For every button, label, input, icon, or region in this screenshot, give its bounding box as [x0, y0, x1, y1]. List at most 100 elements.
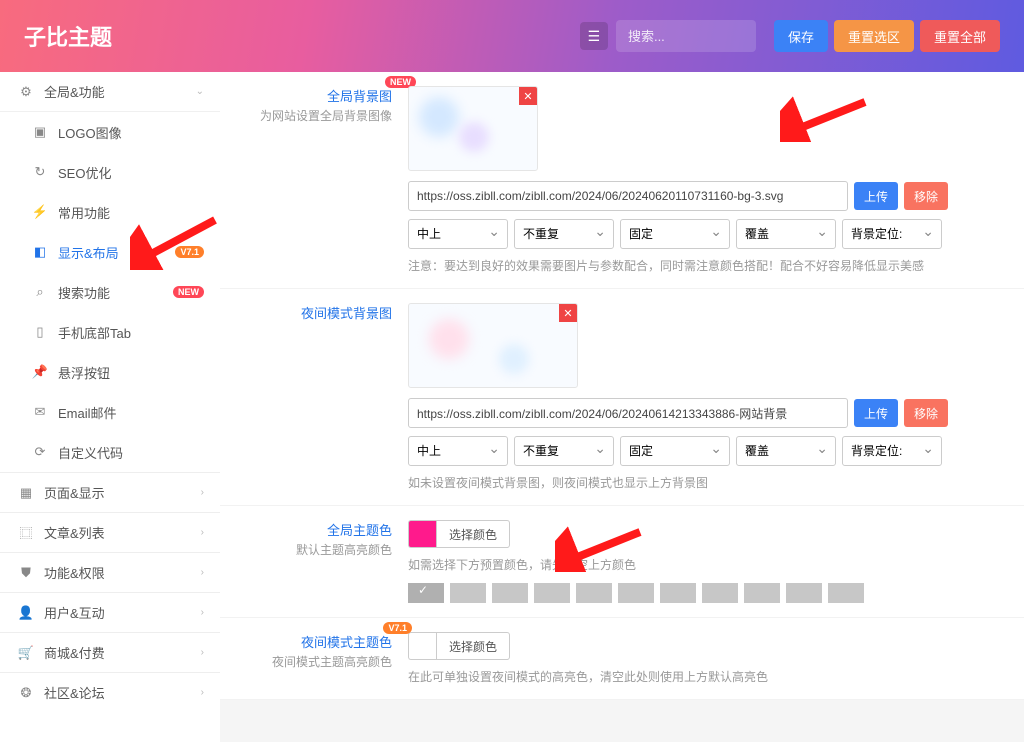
- remove-button[interactable]: 移除: [904, 182, 948, 210]
- label-theme-color: 全局主题色: [327, 520, 392, 539]
- sidebar-item-display-layout[interactable]: ◧ 显示&布局 V7.1: [0, 232, 220, 272]
- bg-url-input[interactable]: [408, 181, 848, 211]
- sidebar-item-common[interactable]: ⚡ 常用功能: [0, 192, 220, 232]
- preset-color[interactable]: [828, 583, 864, 603]
- color-swatch[interactable]: [408, 520, 436, 548]
- sidebar-group-shop[interactable]: 🛒 商城&付费 ›: [0, 632, 220, 672]
- chevron-right-icon: ›: [201, 687, 204, 698]
- sidebar-item-seo[interactable]: ↻ SEO优化: [0, 152, 220, 192]
- row-global-bg: 全局背景图 NEW 为网站设置全局背景图像 ✕ 上传 移除 中上 不重复: [220, 72, 1024, 289]
- preset-color[interactable]: [618, 583, 654, 603]
- hint-night-bg: 如未设置夜间模式背景图，则夜间模式也显示上方背景图: [408, 474, 1006, 491]
- preset-color[interactable]: [744, 583, 780, 603]
- top-header: 子比主题 ☰ 保存 重置选区 重置全部: [0, 0, 1024, 72]
- sidebar-top-global[interactable]: ⚙ 全局&功能 ⌄: [0, 72, 220, 112]
- chevron-right-icon: ›: [201, 567, 204, 578]
- select-size[interactable]: 覆盖: [736, 436, 836, 466]
- sidebar-group-user[interactable]: 👤 用户&互动 ›: [0, 592, 220, 632]
- label-theme-color-sub: 默认主题高亮颜色: [238, 541, 392, 558]
- user-icon: 👤: [16, 605, 36, 621]
- search-input[interactable]: [616, 20, 756, 52]
- label-night-bg: 夜间模式背景图: [301, 303, 392, 322]
- chevron-right-icon: ›: [201, 487, 204, 498]
- search-icon: ⌕: [30, 284, 50, 300]
- select-repeat[interactable]: 不重复: [514, 219, 614, 249]
- preset-color[interactable]: [492, 583, 528, 603]
- choose-color-button[interactable]: 选择颜色: [436, 520, 510, 548]
- new-badge: NEW: [173, 286, 204, 298]
- shield-icon: ⛊: [16, 565, 36, 581]
- remove-button[interactable]: 移除: [904, 399, 948, 427]
- label-global-bg-sub: 为网站设置全局背景图像: [238, 107, 392, 124]
- preset-color[interactable]: [450, 583, 486, 603]
- refresh-icon: ↻: [30, 164, 50, 180]
- mail-icon: ✉: [30, 404, 50, 420]
- choose-color-button[interactable]: 选择颜色: [436, 632, 510, 660]
- select-position[interactable]: 中上: [408, 219, 508, 249]
- remove-image-icon[interactable]: ✕: [519, 87, 537, 105]
- sidebar-item-search[interactable]: ⌕ 搜索功能 NEW: [0, 272, 220, 312]
- bg-preview: ✕: [408, 86, 538, 171]
- code-icon: ⟳: [30, 444, 50, 460]
- row-night-bg: 夜间模式背景图 ✕ 上传 移除 中上 不重复 固定 覆盖 背景定位:: [220, 289, 1024, 506]
- color-swatch[interactable]: [408, 632, 436, 660]
- sidebar-item-mobile-tab[interactable]: ▯ 手机底部Tab: [0, 312, 220, 352]
- sidebar-group-bbs[interactable]: ❂ 社区&论坛 ›: [0, 672, 220, 712]
- bolt-icon: ⚡: [30, 204, 50, 220]
- upload-button[interactable]: 上传: [854, 182, 898, 210]
- night-bg-url-input[interactable]: [408, 398, 848, 428]
- night-bg-preview: ✕: [408, 303, 578, 388]
- calendar-icon: ▦: [16, 485, 36, 501]
- sidebar-group-perm[interactable]: ⛊ 功能&权限 ›: [0, 552, 220, 592]
- header-list-icon[interactable]: ☰: [580, 22, 608, 50]
- preset-color[interactable]: [576, 583, 612, 603]
- row-night-theme-color: 夜间模式主题色 V7.1 夜间模式主题高亮颜色 选择颜色 在此可单独设置夜间模式…: [220, 618, 1024, 700]
- save-button[interactable]: 保存: [774, 20, 828, 52]
- chevron-right-icon: ›: [201, 527, 204, 538]
- remove-image-icon[interactable]: ✕: [559, 304, 577, 322]
- preset-color[interactable]: [702, 583, 738, 603]
- select-size[interactable]: 覆盖: [736, 219, 836, 249]
- sidebar-group-page[interactable]: ▦ 页面&显示 ›: [0, 472, 220, 512]
- preset-colors: [408, 583, 1006, 603]
- preset-color[interactable]: [408, 583, 444, 603]
- chevron-down-icon: ⌄: [196, 86, 204, 97]
- layout-icon: ◧: [30, 244, 50, 260]
- globe-icon: ❂: [16, 685, 36, 701]
- sidebar-item-logo[interactable]: ▣ LOGO图像: [0, 112, 220, 152]
- app-title: 子比主题: [24, 20, 112, 52]
- reset-section-button[interactable]: 重置选区: [834, 20, 914, 52]
- select-bg-location[interactable]: 背景定位:: [842, 219, 942, 249]
- chevron-right-icon: ›: [201, 607, 204, 618]
- sidebar: ⚙ 全局&功能 ⌄ ▣ LOGO图像 ↻ SEO优化 ⚡ 常用功能 ◧ 显示&布…: [0, 72, 220, 742]
- mobile-icon: ▯: [30, 324, 50, 340]
- label-night-theme-color: 夜间模式主题色 V7.1: [301, 632, 392, 651]
- hint-night-theme-color: 在此可单独设置夜间模式的高亮色，清空此处则使用上方默认高亮色: [408, 668, 1006, 685]
- main-content: 全局背景图 NEW 为网站设置全局背景图像 ✕ 上传 移除 中上 不重复: [220, 72, 1024, 742]
- image-icon: ▣: [30, 124, 50, 140]
- select-bg-location[interactable]: 背景定位:: [842, 436, 942, 466]
- select-repeat[interactable]: 不重复: [514, 436, 614, 466]
- sidebar-item-email[interactable]: ✉ Email邮件: [0, 392, 220, 432]
- select-position[interactable]: 中上: [408, 436, 508, 466]
- reset-all-button[interactable]: 重置全部: [920, 20, 1000, 52]
- pin-icon: 📌: [30, 364, 50, 380]
- preset-color[interactable]: [534, 583, 570, 603]
- sidebar-item-float-button[interactable]: 📌 悬浮按钮: [0, 352, 220, 392]
- preset-color[interactable]: [660, 583, 696, 603]
- hint-global-bg: 注意：要达到良好的效果需要图片与参数配合，同时需注意颜色搭配！配合不好容易降低显…: [408, 257, 1006, 274]
- select-attachment[interactable]: 固定: [620, 436, 730, 466]
- hint-theme-color: 如需选择下方预置颜色，请先清空上方颜色: [408, 556, 1006, 573]
- preset-color[interactable]: [786, 583, 822, 603]
- upload-button[interactable]: 上传: [854, 399, 898, 427]
- sidebar-group-post[interactable]: ⿴ 文章&列表 ›: [0, 512, 220, 552]
- cart-icon: 🛒: [16, 645, 36, 661]
- label-global-bg: 全局背景图 NEW: [327, 86, 392, 105]
- version-badge: V7.1: [175, 246, 204, 258]
- select-attachment[interactable]: 固定: [620, 219, 730, 249]
- sidebar-item-custom-code[interactable]: ⟳ 自定义代码: [0, 432, 220, 472]
- map-icon: ⿴: [16, 523, 36, 542]
- gear-icon: ⚙: [16, 84, 36, 100]
- version-badge: V7.1: [383, 622, 412, 634]
- label-night-theme-color-sub: 夜间模式主题高亮颜色: [238, 653, 392, 670]
